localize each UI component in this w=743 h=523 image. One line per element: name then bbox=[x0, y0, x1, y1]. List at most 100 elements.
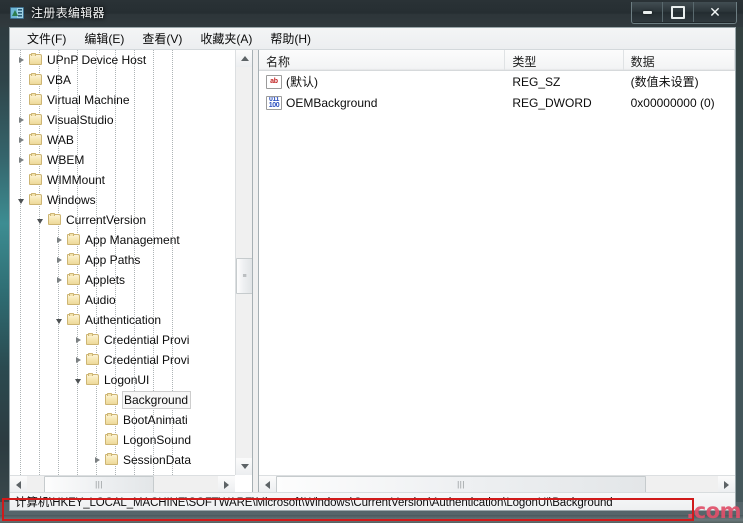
tree-item-upnp-device-host[interactable]: UPnP Device Host bbox=[10, 50, 234, 70]
tree-vertical-scrollbar[interactable]: ≡ bbox=[235, 50, 252, 475]
expand-triangle-icon[interactable] bbox=[14, 50, 28, 70]
maximize-button[interactable] bbox=[663, 2, 694, 22]
tree-item-wab[interactable]: WAB bbox=[10, 130, 234, 150]
tree-item-wbem[interactable]: WBEM bbox=[10, 150, 234, 170]
tree-item-authentication[interactable]: Authentication bbox=[10, 310, 234, 330]
chevron-up-icon bbox=[240, 56, 249, 61]
menu-help[interactable]: 帮助(H) bbox=[261, 28, 320, 49]
expand-triangle-icon[interactable] bbox=[52, 250, 66, 270]
list-rows[interactable]: ab (默认) REG_SZ (数值未设置) 011 100 OEMBackground RE… bbox=[259, 71, 735, 474]
close-button[interactable]: ✕ bbox=[694, 2, 736, 22]
list-hscroll-thumb[interactable]: ||| bbox=[276, 476, 646, 492]
tree-horizontal-scrollbar[interactable]: ||| bbox=[10, 475, 235, 492]
minimize-button[interactable] bbox=[632, 2, 663, 22]
expand-triangle-icon[interactable] bbox=[14, 150, 28, 170]
menu-bar: 文件(F) 编辑(E) 查看(V) 收藏夹(A) 帮助(H) bbox=[10, 28, 735, 50]
close-icon: ✕ bbox=[709, 4, 721, 20]
tree-item-label: LogonUI bbox=[104, 373, 150, 387]
expand-triangle-icon[interactable] bbox=[52, 270, 66, 290]
expand-triangle-icon[interactable] bbox=[71, 350, 85, 370]
tree-item-currentversion[interactable]: CurrentVersion bbox=[10, 210, 234, 230]
chevron-right-icon bbox=[95, 457, 100, 463]
tree-scroll-viewport[interactable]: UPnP Device Host VBA Virtual Machine Visual… bbox=[10, 50, 234, 475]
tree-item-background[interactable]: Background bbox=[10, 390, 234, 410]
folder-icon bbox=[85, 373, 101, 387]
folder-icon bbox=[28, 173, 44, 187]
tree-item-vba[interactable]: VBA bbox=[10, 70, 234, 90]
list-scroll-left-button[interactable] bbox=[259, 476, 276, 492]
status-bar: 计算机\HKEY_LOCAL_MACHINE\SOFTWARE\Microsof… bbox=[10, 492, 735, 510]
maximize-icon bbox=[671, 5, 685, 19]
tree-item-sessiondata[interactable]: SessionData bbox=[10, 450, 234, 470]
folder-icon bbox=[104, 413, 120, 427]
table-row[interactable]: ab (默认) REG_SZ (数值未设置) bbox=[259, 71, 735, 92]
chevron-right-icon bbox=[76, 357, 81, 363]
registry-key-tree-pane[interactable]: UPnP Device Host VBA Virtual Machine Visual… bbox=[10, 50, 253, 493]
folder-icon bbox=[28, 93, 44, 107]
tree-item-label: Virtual Machine bbox=[47, 93, 130, 107]
title-bar[interactable]: 注册表编辑器 ✕ bbox=[0, 0, 743, 27]
chevron-down-icon bbox=[75, 379, 81, 384]
folder-icon bbox=[85, 333, 101, 347]
tree-scroll-right-button[interactable] bbox=[218, 476, 235, 492]
menu-view[interactable]: 查看(V) bbox=[133, 28, 191, 49]
folder-icon bbox=[66, 313, 82, 327]
menu-favorites[interactable]: 收藏夹(A) bbox=[191, 28, 261, 49]
list-column-headers[interactable]: 名称 类型 数据 bbox=[259, 50, 735, 71]
tree-item-logonsound[interactable]: LogonSound bbox=[10, 430, 234, 450]
expand-triangle-icon[interactable] bbox=[71, 330, 85, 350]
list-horizontal-scrollbar[interactable]: ||| bbox=[259, 475, 735, 492]
chevron-right-icon bbox=[19, 157, 24, 163]
table-row[interactable]: 011 100 OEMBackground REG_DWORD 0x00000000 (… bbox=[259, 92, 735, 113]
tree-item-credential-provi[interactable]: Credential Provi bbox=[10, 350, 234, 370]
tree-item-logonui[interactable]: LogonUI bbox=[10, 370, 234, 390]
tree-item-virtual-machine[interactable]: Virtual Machine bbox=[10, 90, 234, 110]
tree-item-credential-provi[interactable]: Credential Provi bbox=[10, 330, 234, 350]
collapse-triangle-icon[interactable] bbox=[52, 310, 66, 330]
grip-icon: ||| bbox=[457, 479, 465, 489]
collapse-triangle-icon[interactable] bbox=[71, 370, 85, 390]
tree-item-visualstudio[interactable]: VisualStudio bbox=[10, 110, 234, 130]
expand-triangle-icon[interactable] bbox=[14, 130, 28, 150]
tree-item-label: LogonSound bbox=[123, 433, 192, 447]
expand-triangle-icon[interactable] bbox=[52, 230, 66, 250]
collapse-triangle-icon[interactable] bbox=[33, 210, 47, 230]
column-header-type[interactable]: 类型 bbox=[505, 50, 624, 70]
window-title: 注册表编辑器 bbox=[31, 6, 105, 20]
dword-icon-bottom: 100 bbox=[268, 101, 280, 109]
expand-triangle-icon[interactable] bbox=[90, 450, 104, 470]
menu-file[interactable]: 文件(F) bbox=[18, 28, 75, 49]
tree-hscroll-thumb[interactable]: ||| bbox=[44, 476, 154, 492]
tree-item-label: Credential Provi bbox=[104, 333, 190, 347]
menu-edit[interactable]: 编辑(E) bbox=[75, 28, 133, 49]
tree-item-applets[interactable]: Applets bbox=[10, 270, 234, 290]
chevron-right-icon bbox=[76, 337, 81, 343]
tree-item-wimmount[interactable]: WIMMount bbox=[10, 170, 234, 190]
collapse-triangle-icon[interactable] bbox=[14, 190, 28, 210]
tree-scroll-left-button[interactable] bbox=[10, 476, 27, 492]
tree-item-app-management[interactable]: App Management bbox=[10, 230, 234, 250]
chevron-down-icon bbox=[18, 199, 24, 204]
chevron-right-icon bbox=[57, 237, 62, 243]
tree-item-label: CurrentVersion bbox=[66, 213, 147, 227]
value-name-cell: 011 100 OEMBackground bbox=[259, 95, 505, 110]
tree-scroll-up-button[interactable] bbox=[236, 50, 252, 67]
registry-values-pane[interactable]: 名称 类型 数据 ab (默认) REG_SZ (数值未设置) 011 100 OEMBackg… bbox=[258, 50, 735, 493]
tree-item-app-paths[interactable]: App Paths bbox=[10, 250, 234, 270]
tree-item-audio[interactable]: Audio bbox=[10, 290, 234, 310]
tree-item-windows[interactable]: Windows bbox=[10, 190, 234, 210]
column-header-name[interactable]: 名称 bbox=[259, 50, 506, 70]
column-header-data[interactable]: 数据 bbox=[624, 50, 735, 70]
list-scroll-right-button[interactable] bbox=[718, 476, 735, 492]
tree-scroll-down-button[interactable] bbox=[236, 458, 252, 475]
folder-icon bbox=[66, 293, 82, 307]
tree-item-bootanimati[interactable]: BootAnimati bbox=[10, 410, 234, 430]
folder-icon bbox=[104, 393, 120, 407]
expand-triangle-icon[interactable] bbox=[14, 110, 28, 130]
folder-icon bbox=[28, 113, 44, 127]
tree-item-label: Windows bbox=[47, 193, 96, 207]
chevron-left-icon bbox=[265, 480, 270, 489]
tree-scroll-thumb[interactable]: ≡ bbox=[236, 258, 252, 294]
